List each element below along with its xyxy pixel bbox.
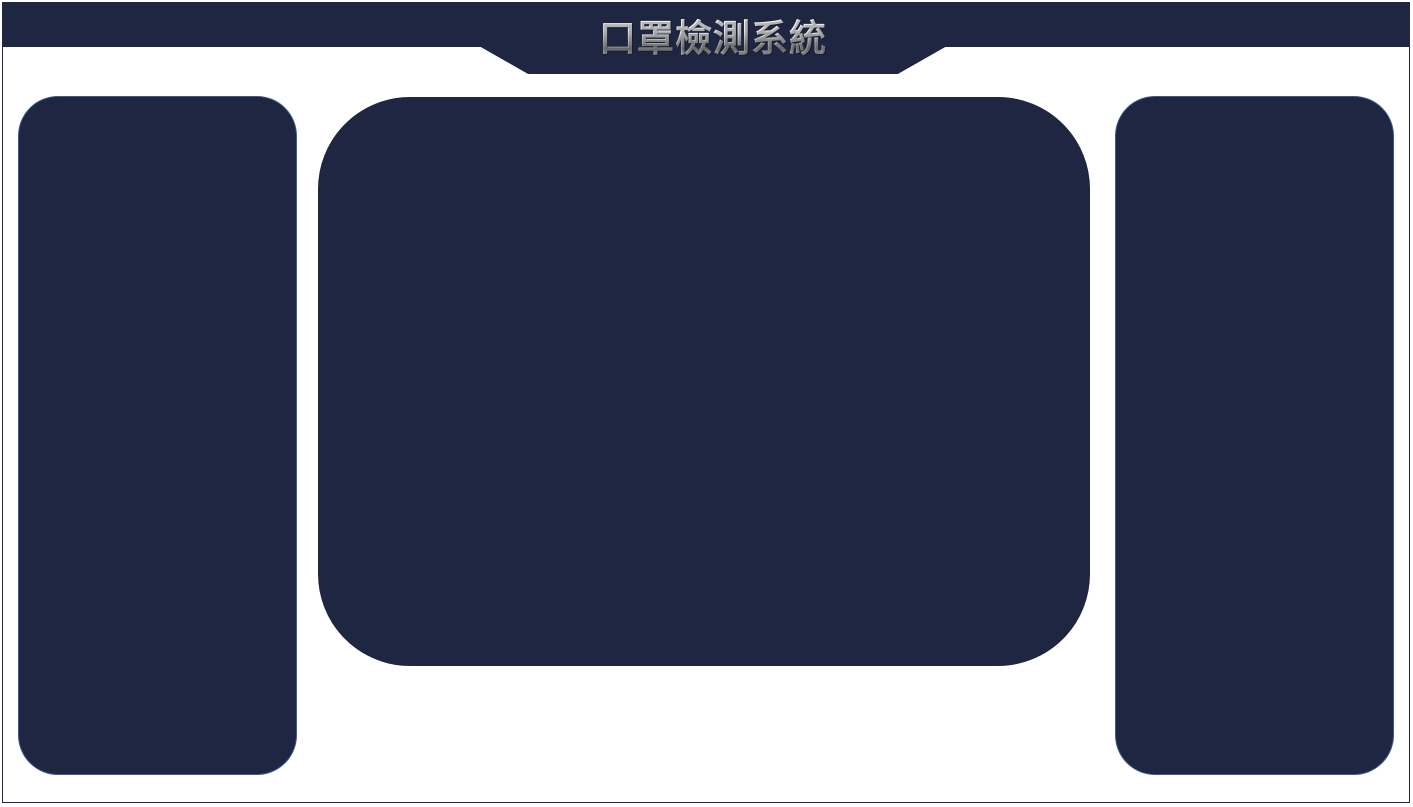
left-panel: [18, 96, 297, 775]
right-panel: [1115, 96, 1394, 775]
video-display-panel: [318, 97, 1090, 666]
app-title: 口罩檢測系統: [479, 15, 947, 63]
